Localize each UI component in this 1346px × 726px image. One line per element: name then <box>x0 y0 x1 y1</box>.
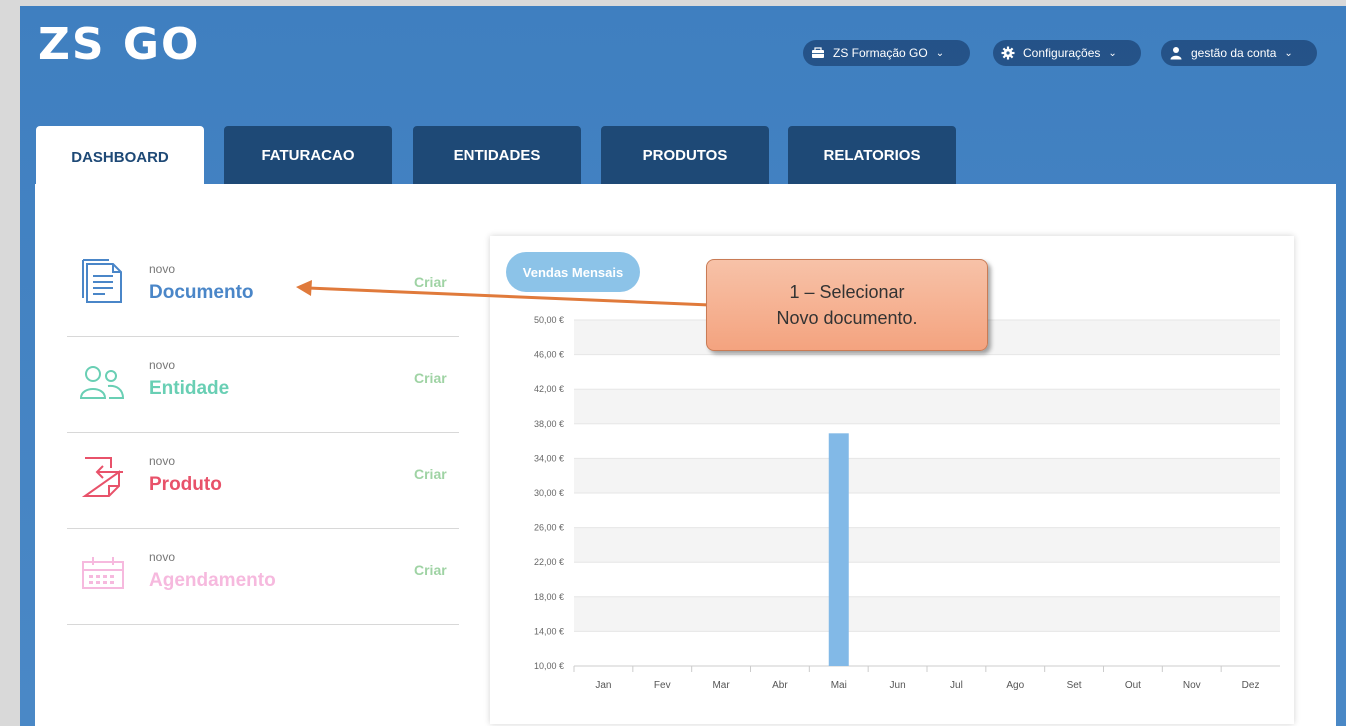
x-tick-label: Jan <box>595 680 611 691</box>
building-icon <box>811 46 825 60</box>
window-frame: ZS GO ZS Formação GO ⌄ Configurações ⌄ g… <box>0 0 1346 726</box>
app-window: ZS GO ZS Formação GO ⌄ Configurações ⌄ g… <box>20 6 1346 726</box>
annotation-callout: 1 – Selecionar Novo documento. <box>706 259 988 351</box>
criar-produto-button[interactable]: Criar <box>414 466 447 482</box>
tab-relatorios[interactable]: RELATORIOS <box>788 126 956 184</box>
y-tick-label: 18,00 € <box>534 592 564 602</box>
grid-band <box>574 527 1280 563</box>
quick-create-produto[interactable]: novo Produto Criar <box>67 432 459 529</box>
x-tick-label: Set <box>1067 680 1082 691</box>
x-tick-label: Ago <box>1006 680 1024 691</box>
y-tick-label: 30,00 € <box>534 488 564 498</box>
x-tick-label: Abr <box>772 680 788 691</box>
dashboard-panel: novo Documento Criar novo Entidade Criar… <box>35 184 1336 726</box>
x-tick-label: Jul <box>950 680 963 691</box>
y-tick-label: 50,00 € <box>534 315 564 325</box>
account-label: gestão da conta <box>1191 46 1277 60</box>
grid-band <box>574 389 1280 424</box>
document-icon <box>77 254 129 310</box>
y-tick-label: 14,00 € <box>534 626 564 636</box>
quick-create-entidade[interactable]: novo Entidade Criar <box>67 336 459 433</box>
quick-create-agendamento[interactable]: novo Agendamento Criar <box>67 528 459 625</box>
x-tick-label: Mai <box>831 680 847 691</box>
grid-band <box>574 596 1280 632</box>
x-tick-label: Mar <box>712 680 730 691</box>
chevron-down-icon: ⌄ <box>1108 47 1117 59</box>
company-label: ZS Formação GO <box>833 46 928 60</box>
x-tick-label: Out <box>1125 680 1141 691</box>
chevron-down-icon: ⌄ <box>935 47 945 59</box>
account-menu[interactable]: gestão da conta ⌄ <box>1161 40 1317 66</box>
quick-create-documento[interactable]: novo Documento Criar <box>67 240 459 337</box>
criar-documento-button[interactable]: Criar <box>414 274 447 290</box>
tab-dashboard[interactable]: DASHBOARD <box>36 126 204 188</box>
x-tick-label: Fev <box>654 680 671 691</box>
calendar-icon <box>77 542 129 598</box>
chart-bar <box>828 433 849 666</box>
gear-icon <box>1001 46 1015 60</box>
x-tick-label: Nov <box>1183 680 1201 691</box>
users-icon <box>77 350 129 406</box>
x-tick-label: Dez <box>1242 680 1260 691</box>
y-tick-label: 34,00 € <box>534 453 564 463</box>
company-selector[interactable]: ZS Formação GO ⌄ <box>803 40 970 66</box>
quick-create-title: Entidade <box>149 378 230 399</box>
y-tick-label: 42,00 € <box>534 384 564 394</box>
quick-create-title: Documento <box>149 282 254 303</box>
x-tick-label: Jun <box>890 680 906 691</box>
annotation-line-2: Novo documento. <box>776 308 918 328</box>
settings-label: Configurações <box>1023 46 1101 60</box>
tab-entidades[interactable]: ENTIDADES <box>413 126 581 184</box>
user-icon <box>1169 46 1183 60</box>
quick-create-small-label: novo <box>149 454 176 468</box>
y-tick-label: 26,00 € <box>534 523 564 533</box>
product-icon <box>77 446 129 502</box>
quick-create-small-label: novo <box>149 262 176 276</box>
grid-band <box>574 458 1280 493</box>
quick-create-title: Produto <box>149 474 222 495</box>
tab-produtos[interactable]: PRODUTOS <box>601 126 769 184</box>
y-tick-label: 38,00 € <box>534 419 564 429</box>
app-logo[interactable]: ZS GO <box>38 20 200 70</box>
y-tick-label: 22,00 € <box>534 557 564 567</box>
criar-entidade-button[interactable]: Criar <box>414 370 447 386</box>
quick-create-small-label: novo <box>149 550 176 564</box>
y-tick-label: 10,00 € <box>534 661 564 671</box>
settings-menu[interactable]: Configurações ⌄ <box>993 40 1141 66</box>
annotation-line-1: 1 – Selecionar <box>789 282 905 302</box>
y-tick-label: 46,00 € <box>534 350 564 360</box>
tab-faturacao[interactable]: FATURACAO <box>224 126 392 184</box>
criar-agendamento-button[interactable]: Criar <box>414 562 447 578</box>
quick-create-title: Agendamento <box>149 570 276 591</box>
quick-create-small-label: novo <box>149 358 176 372</box>
chevron-down-icon: ⌄ <box>1284 47 1293 59</box>
